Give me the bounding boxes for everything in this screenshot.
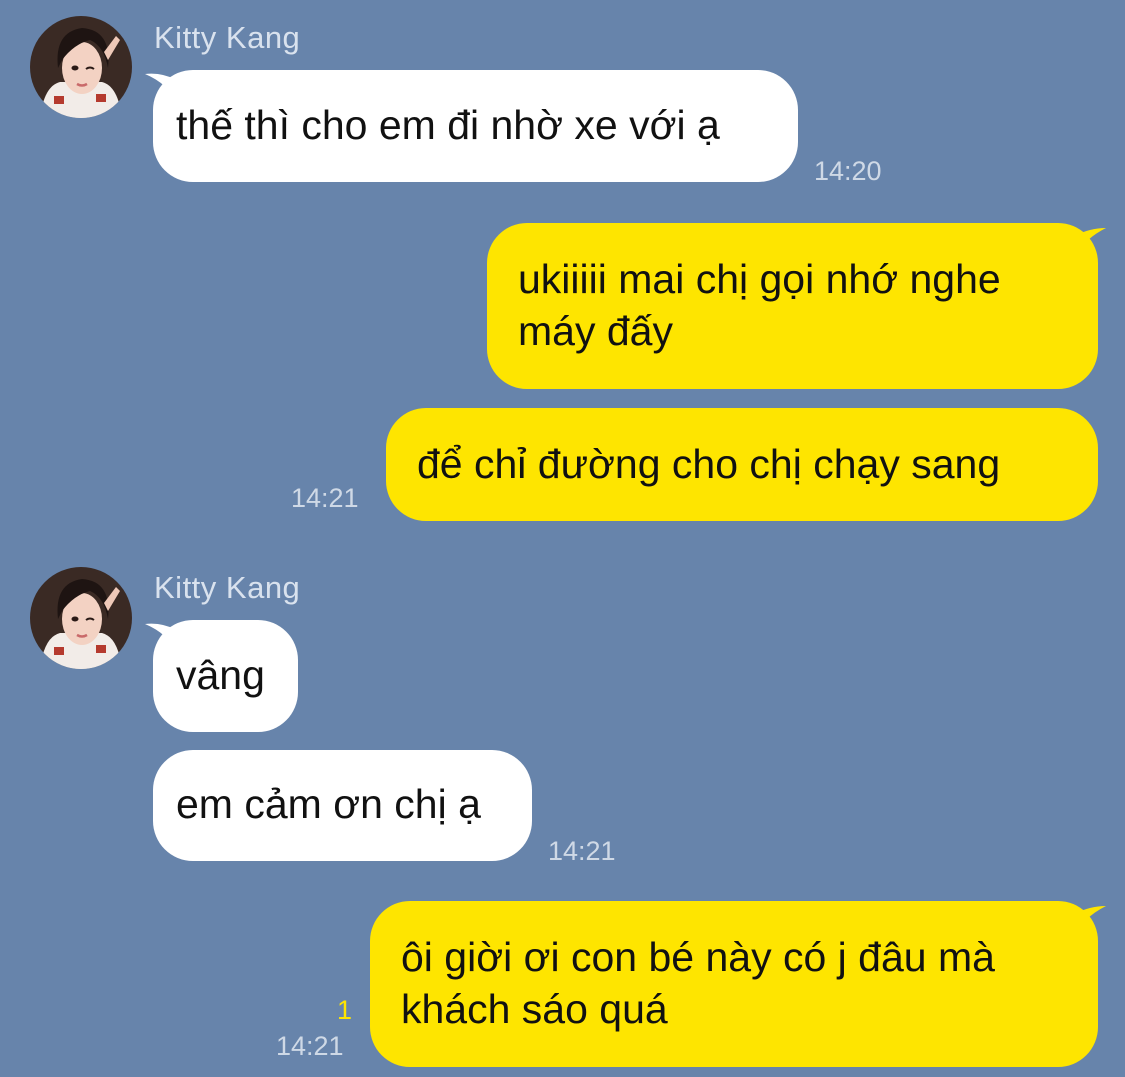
message-bubble-incoming[interactable]: em cảm ơn chị ạ <box>153 750 532 861</box>
message-timestamp: 14:21 <box>276 1031 344 1061</box>
message-text: để chỉ đường cho chị chạy sang <box>417 441 1001 487</box>
message-text: máy đấy <box>518 308 673 354</box>
message-text: thế thì cho em đi nhờ xe với ạ <box>176 102 720 148</box>
message-bubble-incoming[interactable]: vâng <box>153 620 298 732</box>
sender-name: Kitty Kang <box>154 570 301 605</box>
message-text: vâng <box>176 652 265 698</box>
message-timestamp: 14:21 <box>291 483 359 513</box>
message-timestamp: 14:20 <box>814 156 882 186</box>
message-text: em cảm ơn chị ạ <box>176 781 481 827</box>
message-bubble-incoming[interactable]: thế thì cho em đi nhờ xe với ạ <box>153 70 798 182</box>
message-text: ukiiiii mai chị gọi nhớ nghe <box>518 256 1001 302</box>
avatar[interactable] <box>30 16 132 118</box>
message-timestamp: 14:21 <box>548 836 616 866</box>
sender-name: Kitty Kang <box>154 20 301 55</box>
message-bubble-outgoing[interactable]: để chỉ đường cho chị chạy sang <box>386 408 1098 521</box>
message-text: ôi giời ơi con bé này có j đâu mà <box>401 934 995 980</box>
message-bubble-outgoing[interactable]: ukiiiii mai chị gọi nhớ nghe máy đấy <box>487 223 1098 389</box>
avatar[interactable] <box>30 567 132 669</box>
message-bubble-outgoing[interactable]: ôi giời ơi con bé này có j đâu mà khách … <box>370 901 1098 1067</box>
message-text: khách sáo quá <box>401 986 668 1032</box>
unread-count: 1 <box>337 995 353 1025</box>
